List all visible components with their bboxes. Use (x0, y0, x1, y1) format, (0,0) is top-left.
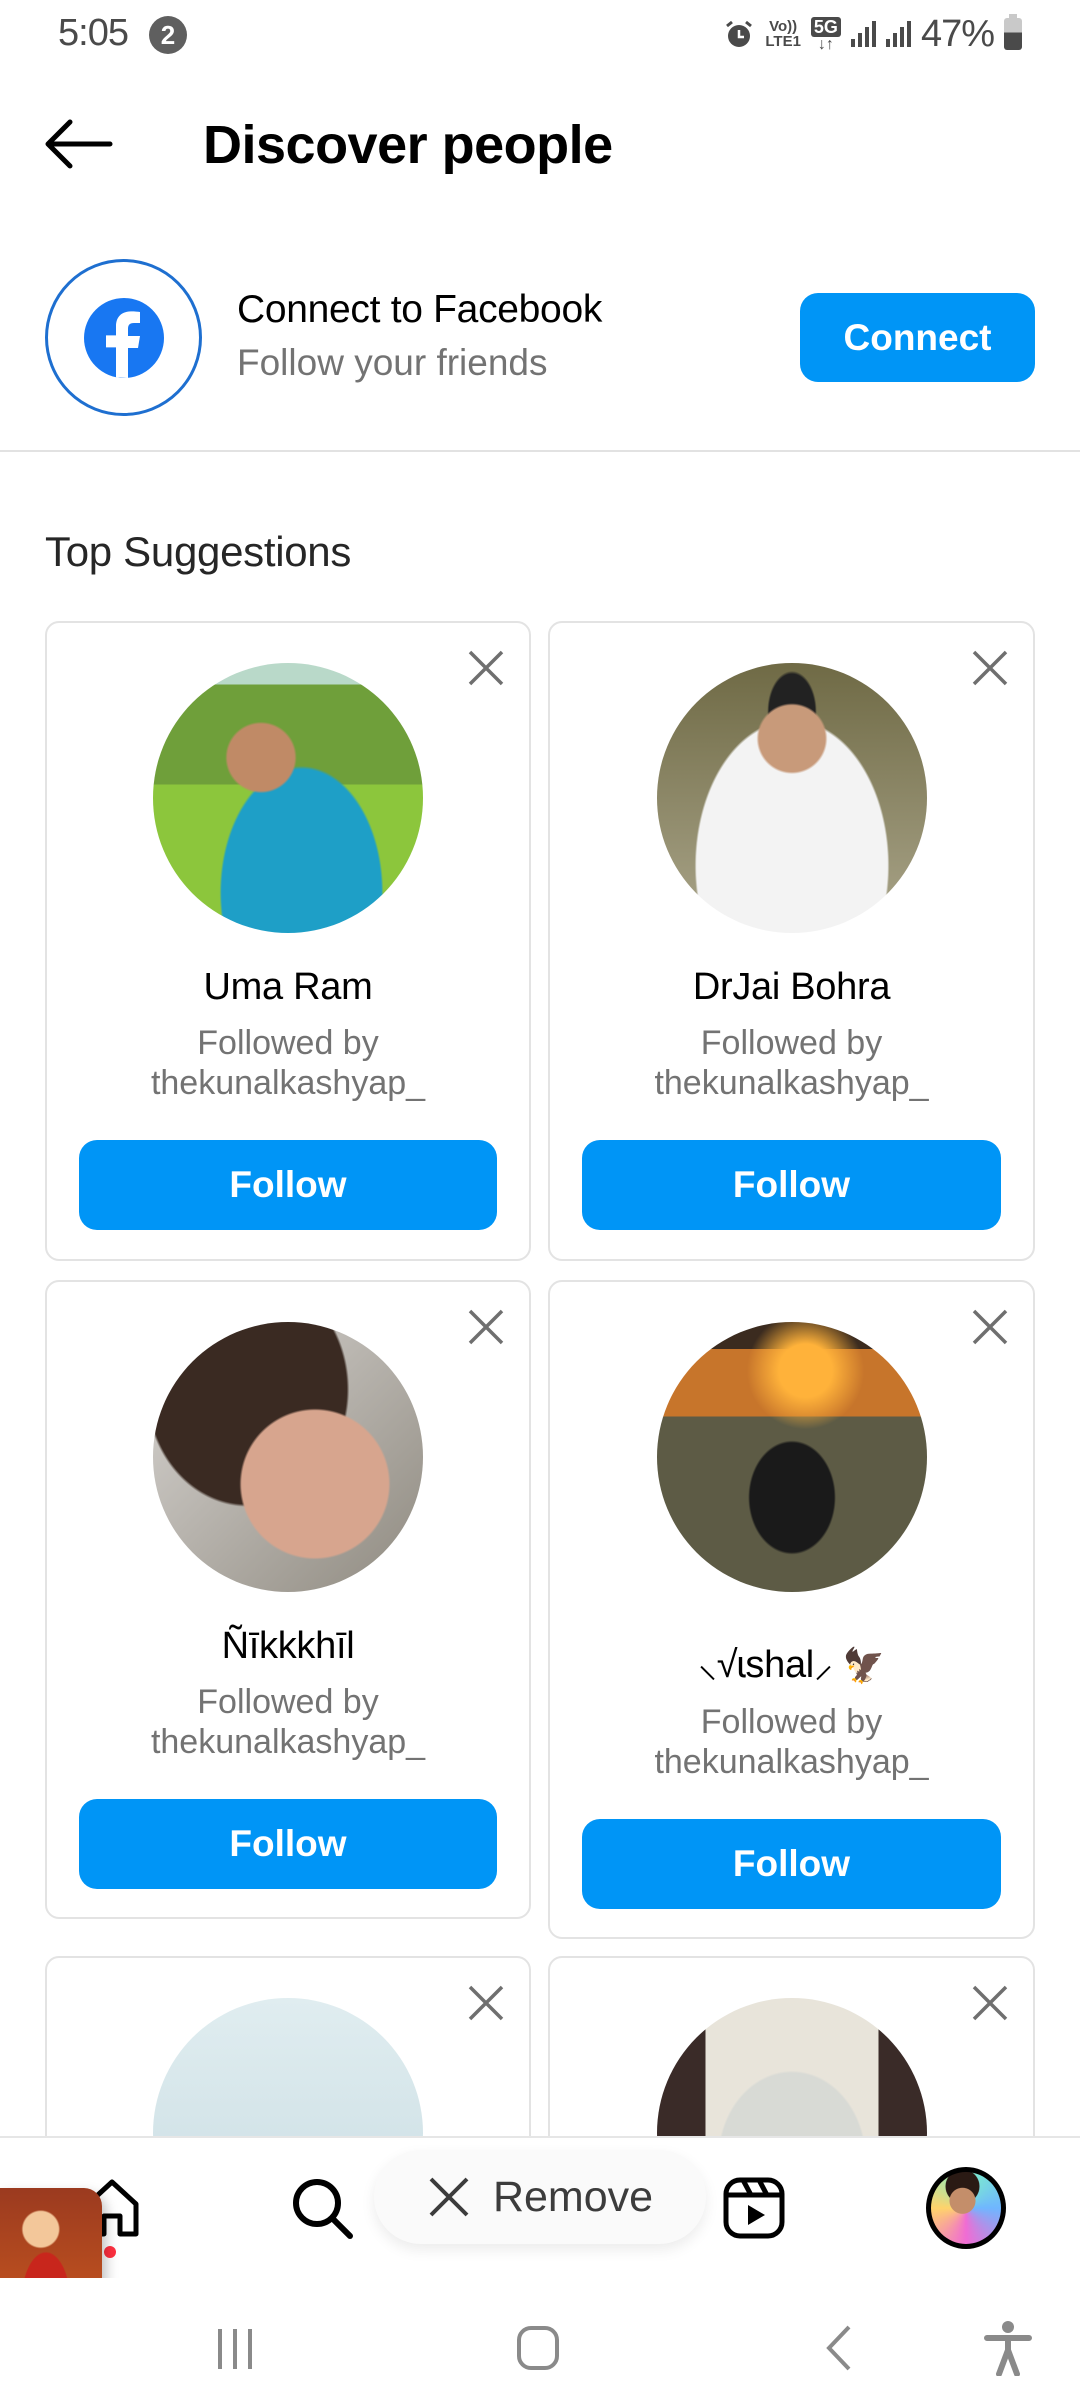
facebook-subtitle: Follow your friends (237, 342, 548, 383)
chevron-left-icon (826, 2325, 851, 2371)
home-notification-dot (104, 2246, 116, 2258)
follow-button[interactable]: Follow (582, 1140, 1001, 1230)
page-title: Discover people (203, 115, 613, 175)
connect-button[interactable]: Connect (800, 293, 1035, 382)
status-bar: 5:05 2 Vo)) LTE1 5G ↓↑ 47% (0, 0, 1080, 70)
close-icon[interactable] (467, 649, 505, 687)
nav-reels[interactable] (714, 2168, 794, 2248)
profile-avatar (926, 2167, 1006, 2249)
suggestion-name[interactable]: Uma Ram (47, 966, 529, 1009)
app-header: Discover people (0, 90, 1080, 200)
suggestion-name[interactable]: DrJai Bohra (550, 966, 1033, 1009)
recent-apps-button[interactable] (195, 2308, 275, 2388)
facebook-title: Connect to Facebook (237, 288, 603, 331)
signal-icon (850, 21, 876, 47)
suggestion-name[interactable]: ⸜√ɩshal⸝ 🦅 (550, 1637, 1033, 1689)
volte-indicator: Vo)) LTE1 (765, 18, 801, 50)
remove-button[interactable]: Remove (374, 2150, 706, 2244)
follow-button[interactable]: Follow (582, 1819, 1001, 1909)
suggestion-card[interactable]: Ñīkkkhīl Followed by thekunalkashyap_ Fol… (45, 1280, 531, 1919)
status-icons: Vo)) LTE1 5G ↓↑ 47% (723, 12, 1022, 56)
close-icon[interactable] (467, 1308, 505, 1346)
reels-icon (723, 2177, 785, 2239)
follow-button[interactable]: Follow (79, 1140, 497, 1230)
eagle-emoji-icon: 🦅 (842, 1647, 885, 1685)
system-navigation-bar (0, 2278, 1080, 2408)
close-icon[interactable] (971, 649, 1009, 687)
system-back-button[interactable] (800, 2308, 880, 2388)
suggestion-card[interactable]: ⸜√ɩshal⸝ 🦅 Followed by thekunalkashyap_ F… (548, 1280, 1035, 1939)
avatar[interactable] (153, 1322, 423, 1592)
suggestion-card[interactable]: DrJai Bohra Followed by thekunalkashyap_ … (548, 621, 1035, 1261)
section-title: Top Suggestions (45, 528, 352, 575)
accessibility-button[interactable] (968, 2308, 1048, 2388)
alarm-icon (726, 20, 753, 47)
recent-apps-icon (218, 2329, 252, 2369)
avatar[interactable] (656, 1322, 927, 1592)
network-5g-indicator: 5G ↓↑ (810, 16, 841, 52)
facebook-icon (83, 297, 164, 378)
nav-profile[interactable] (926, 2167, 1006, 2249)
search-icon (293, 2179, 353, 2239)
followed-by-text: Followed by thekunalkashyap_ (150, 1683, 426, 1761)
suggestion-card[interactable]: Uma Ram Followed by thekunalkashyap_ Foll… (45, 621, 531, 1261)
system-home-button[interactable] (498, 2308, 578, 2388)
home-square-icon (517, 2326, 559, 2370)
divider (0, 450, 1080, 452)
close-icon (429, 2177, 469, 2217)
followed-by-text: Followed by thekunalkashyap_ (150, 1024, 426, 1102)
facebook-icon-circle (45, 259, 202, 416)
battery-percent: 47% (920, 12, 995, 55)
avatar[interactable] (656, 663, 927, 933)
connect-facebook-row: Connect to Facebook Follow your friends … (0, 250, 1080, 430)
followed-by-text: Followed by thekunalkashyap_ (654, 1703, 929, 1781)
follow-button[interactable]: Follow (79, 1799, 497, 1889)
status-time: 5:05 (58, 12, 129, 54)
notification-count-badge: 2 (149, 16, 187, 54)
close-icon[interactable] (467, 1984, 505, 2022)
followed-by-text: Followed by thekunalkashyap_ (654, 1024, 929, 1102)
accessibility-icon (984, 2321, 1032, 2376)
arrow-left-icon (45, 119, 113, 169)
nav-search[interactable] (282, 2168, 362, 2248)
suggestion-name[interactable]: Ñīkkkhīl (47, 1625, 529, 1668)
back-button[interactable] (40, 114, 116, 174)
signal-icon-2 (885, 21, 911, 47)
battery-icon (1004, 14, 1022, 50)
remove-label: Remove (492, 2172, 654, 2221)
close-icon[interactable] (971, 1984, 1009, 2022)
close-icon[interactable] (971, 1308, 1009, 1346)
avatar[interactable] (153, 663, 423, 933)
